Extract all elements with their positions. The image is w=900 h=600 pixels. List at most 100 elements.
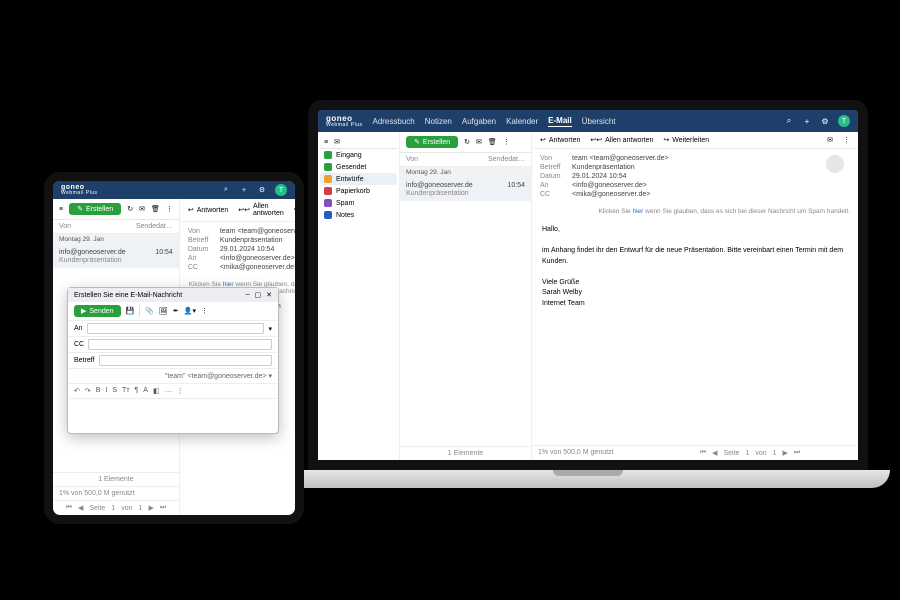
subject-input[interactable] — [99, 355, 273, 366]
forward-button[interactable]: ↪ Weiterleiten — [663, 136, 709, 144]
reader-envelope-icon[interactable]: ✉ — [827, 136, 833, 144]
menu-icon[interactable]: ≡ — [59, 206, 63, 213]
minimize-icon[interactable]: – — [246, 291, 250, 299]
fontsize-icon[interactable]: Tт — [122, 387, 129, 395]
overflow-icon[interactable]: ⋮ — [177, 387, 184, 395]
undo-icon[interactable]: ↶ — [74, 387, 80, 395]
reply-button[interactable]: ↩ Antworten — [188, 206, 228, 214]
avatar[interactable]: T — [275, 184, 287, 196]
compose-button[interactable]: ✎ Erstellen — [406, 136, 458, 148]
pager-last-icon[interactable]: ⏭ — [794, 449, 800, 457]
day-header: Montag 29. Jan — [53, 234, 179, 245]
image-icon[interactable]: 🖼 — [159, 307, 168, 315]
reader-toolbar: ↩ Antworten ↩↩ Allen antworten ↪ Weiterl… — [532, 132, 858, 149]
close-icon[interactable]: ✕ — [266, 291, 272, 299]
cc-input[interactable] — [88, 339, 272, 350]
meta-date-v: 29.01.2024 10:54 — [572, 173, 826, 180]
pager-next-icon[interactable]: ▶ — [148, 504, 153, 512]
plus-icon[interactable]: + — [802, 116, 812, 126]
pager-prev-icon[interactable]: ◀ — [712, 449, 717, 457]
message-row[interactable]: info@goneoserver.de10:54 Kundenpräsentat… — [53, 245, 179, 268]
forward-label: Weiterleiten — [303, 207, 304, 214]
message-body: Hallo, im Anhang findet ihr den Entwurf … — [532, 219, 858, 315]
meta-to-v: <info@goneoserver.de> — [220, 255, 304, 262]
pager-last-icon[interactable]: ⏭ — [160, 504, 166, 512]
reply-all-button[interactable]: ↩↩ Allen antworten — [238, 203, 283, 217]
nav-notizen[interactable]: Notizen — [425, 117, 452, 126]
textcolor-icon[interactable]: A — [143, 387, 148, 395]
reader-more-icon[interactable]: ⋮ — [843, 136, 850, 144]
pager-first-icon[interactable]: ⏮ — [700, 449, 706, 457]
paragraph-icon[interactable]: ¶ — [135, 387, 139, 395]
maximize-icon[interactable]: ▢ — [255, 291, 262, 299]
meta-subj-v: Kundenpräsentation — [220, 237, 304, 244]
message-row[interactable]: info@goneoserver.de10:54 Kundenpräsentat… — [400, 178, 531, 201]
envelope-icon[interactable]: ✉ — [334, 138, 340, 146]
envelope-icon[interactable]: ✉ — [139, 205, 145, 213]
sidebar-item-entwuerfe[interactable]: Entwürfe — [320, 173, 397, 185]
envelope-icon[interactable]: ✉ — [476, 138, 482, 146]
pager-first-icon[interactable]: ⏮ — [66, 504, 72, 512]
pager-next-icon[interactable]: ▶ — [783, 449, 788, 457]
settings-icon[interactable]: ⚙ — [257, 185, 267, 195]
contacts-icon[interactable]: 👤▾ — [184, 307, 196, 315]
send-button[interactable]: ▶ Senden — [74, 305, 121, 317]
nav-kalender[interactable]: Kalender — [506, 117, 538, 126]
col-date[interactable]: Sendedat… — [136, 223, 173, 230]
reply-button[interactable]: ↩ Antworten — [540, 136, 580, 144]
settings-icon[interactable]: ⚙ — [820, 116, 830, 126]
sidebar-item-notes[interactable]: Notes — [320, 209, 397, 221]
sidebar-item-gesendet[interactable]: Gesendet — [320, 161, 397, 173]
compose-body[interactable] — [68, 399, 278, 433]
more-icon[interactable]: ⋮ — [503, 138, 510, 146]
meta-to-k: An — [540, 182, 572, 189]
attach-icon[interactable]: 📎 — [145, 307, 154, 315]
col-from[interactable]: Von — [59, 223, 71, 230]
compose-title-bar[interactable]: Erstellen Sie eine E-Mail-Nachricht – ▢ … — [68, 288, 278, 302]
reply-all-button[interactable]: ↩↩ Allen antworten — [590, 136, 653, 144]
drafts-icon — [324, 175, 332, 183]
strike-icon[interactable]: S — [112, 387, 117, 395]
trash-icon[interactable]: 🗑 — [488, 138, 497, 146]
col-date[interactable]: Sendedat… — [488, 156, 525, 163]
spam-link[interactable]: hier — [632, 208, 643, 215]
nav-adressbuch[interactable]: Adressbuch — [372, 117, 414, 126]
sidebar-item-spam[interactable]: Spam — [320, 197, 397, 209]
message-meta: Vonteam <team@goneoserver.de> BetreffKun… — [180, 222, 304, 277]
search-icon[interactable]: ⌕ — [784, 116, 794, 126]
sidebar-item-papierkorb[interactable]: Papierkorb — [320, 185, 397, 197]
laptop-mockup: goneo Webmail Plus Adressbuch Notizen Au… — [308, 100, 868, 488]
meta-date-v: 29.01.2024 10:54 — [220, 246, 304, 253]
plus-icon[interactable]: + — [239, 185, 249, 195]
avatar[interactable]: T — [838, 115, 850, 127]
sidebar-item-eingang[interactable]: Eingang — [320, 149, 397, 161]
bold-icon[interactable]: B — [96, 387, 101, 395]
search-icon[interactable]: ⌕ — [221, 185, 231, 195]
app-columns: ≡ ✉ Eingang Gesendet Entwürfe Papierkorb… — [318, 132, 858, 460]
refresh-icon[interactable]: ↻ — [127, 205, 133, 213]
chevron-down-icon[interactable]: ▾ — [268, 325, 272, 333]
italic-icon[interactable]: I — [105, 387, 107, 395]
list-header: Von Sendedat… — [53, 220, 179, 234]
pager-prev-icon[interactable]: ◀ — [78, 504, 83, 512]
meta-cc-k: CC — [540, 191, 572, 198]
refresh-icon[interactable]: ↻ — [464, 138, 470, 146]
highlight-icon[interactable]: ◧ — [153, 387, 160, 395]
nav-email[interactable]: E-Mail — [548, 116, 572, 127]
col-from[interactable]: Von — [406, 156, 418, 163]
forward-button[interactable]: ↪ Weiterleiten — [294, 206, 304, 214]
signature-icon[interactable]: ✒ — [173, 307, 179, 315]
redo-icon[interactable]: ↷ — [85, 387, 91, 395]
pager-page: 1 — [745, 450, 749, 457]
save-draft-icon[interactable]: 💾 — [126, 307, 135, 315]
more-format-icon[interactable]: … — [165, 387, 172, 395]
nav-uebersicht[interactable]: Übersicht — [582, 117, 616, 126]
compose-button[interactable]: ✎ Erstellen — [69, 203, 121, 215]
nav-aufgaben[interactable]: Aufgaben — [462, 117, 496, 126]
more-icon[interactable]: ⋮ — [166, 205, 173, 213]
trash-icon[interactable]: 🗑 — [151, 205, 160, 213]
more-icon[interactable]: ⋮ — [201, 307, 208, 315]
menu-icon[interactable]: ≡ — [324, 139, 328, 146]
signature-select[interactable]: "team" <team@goneoserver.de> ▾ — [68, 369, 278, 383]
to-input[interactable] — [87, 323, 265, 334]
